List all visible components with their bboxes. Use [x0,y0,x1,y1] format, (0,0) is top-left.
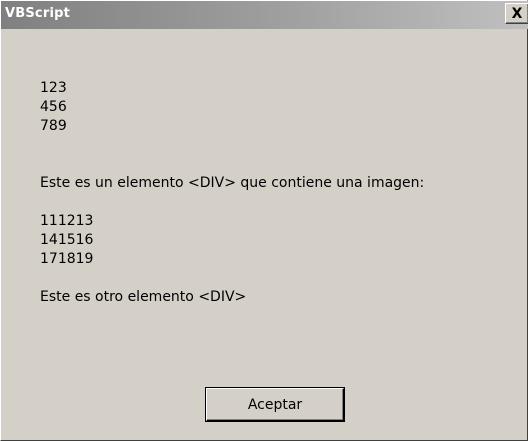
title-bar[interactable]: VBScript X [1,1,528,29]
ok-button[interactable]: Aceptar [206,388,344,421]
message-line [40,193,424,212]
window-title: VBScript [5,6,71,21]
message-line: 123 [40,80,67,96]
message-line: 456 [40,99,67,115]
message-line: 141516 [40,232,94,248]
message-line: 789 [40,118,67,134]
message-line: 111213 [40,213,94,229]
message-line: Este es otro elemento <DIV> [40,289,247,305]
close-button[interactable]: X [505,3,528,24]
message-box-window: VBScript X 123 456 789 Este es un elemen… [0,0,528,441]
message-line [40,155,424,174]
message-text: 123 456 789 Este es un elemento <DIV> qu… [40,79,424,307]
message-line: Este es un elemento <DIV> que contiene u… [40,175,425,191]
message-line [40,269,424,288]
message-line: 171819 [40,251,94,267]
close-icon: X [511,5,523,22]
message-line [40,136,424,155]
